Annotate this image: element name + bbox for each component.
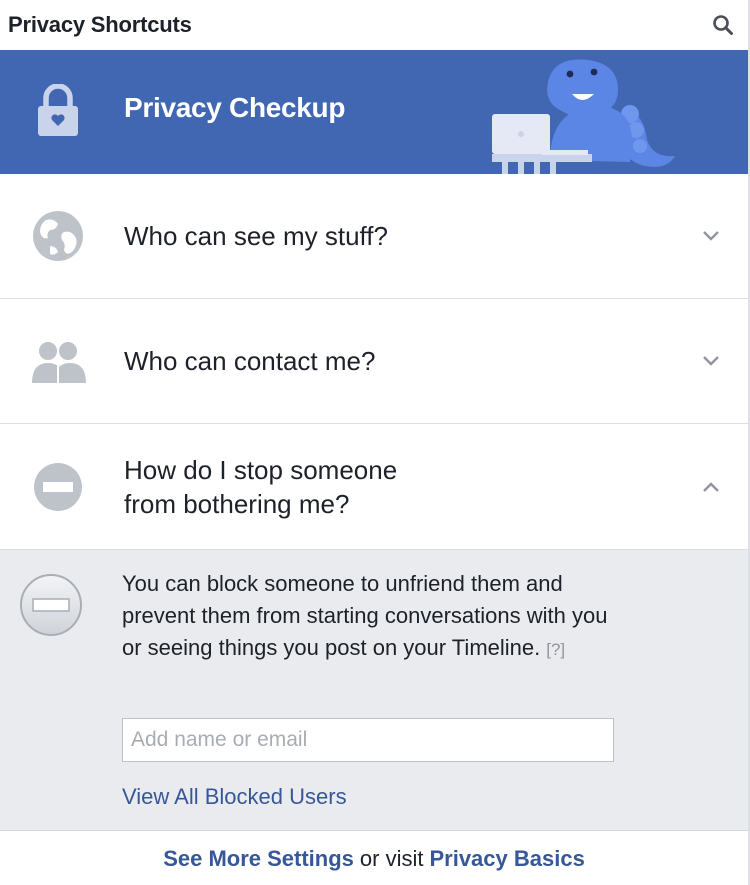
footer-or-visit-text: or visit	[359, 846, 424, 871]
section-label: How do I stop someone from bothering me?	[124, 453, 397, 521]
search-icon[interactable]	[710, 12, 736, 38]
section-stop-bothering[interactable]: How do I stop someone from bothering me?	[0, 424, 748, 549]
section-who-can-contact[interactable]: Who can contact me?	[0, 299, 748, 424]
section-label: Who can contact me?	[124, 346, 376, 376]
privacy-dinosaur-illustration	[492, 59, 675, 174]
see-more-settings-link[interactable]: See More Settings	[163, 846, 354, 872]
chevron-down-icon[interactable]	[700, 225, 722, 247]
block-name-input[interactable]	[122, 718, 614, 762]
block-icon	[30, 459, 86, 515]
block-badge-icon	[20, 574, 82, 636]
block-user-panel: You can block someone to unfriend them a…	[0, 549, 748, 831]
section-who-can-see[interactable]: Who can see my stuff?	[0, 174, 748, 299]
globe-icon	[30, 208, 86, 264]
help-link[interactable]: [?]	[546, 640, 565, 659]
chevron-up-icon[interactable]	[700, 476, 722, 498]
privacy-shortcuts-panel: Privacy Shortcuts Privacy Checkup Who ca…	[0, 0, 750, 885]
section-label-line2: from bothering me?	[124, 488, 350, 519]
panel-title: Privacy Shortcuts	[8, 12, 192, 37]
panel-footer: See More Settings or visit Privacy Basic…	[0, 833, 748, 885]
section-label-line1: How do I stop someone	[124, 454, 398, 485]
privacy-checkup-title: Privacy Checkup	[124, 92, 346, 123]
block-description: You can block someone to unfriend them a…	[122, 568, 612, 666]
chevron-down-icon[interactable]	[700, 350, 722, 372]
section-label: Who can see my stuff?	[124, 221, 388, 251]
block-description-text: You can block someone to unfriend them a…	[122, 571, 608, 660]
privacy-checkup-banner[interactable]: Privacy Checkup	[0, 50, 748, 174]
privacy-basics-link[interactable]: Privacy Basics	[429, 846, 584, 872]
people-icon	[30, 333, 86, 389]
view-blocked-users-link[interactable]: View All Blocked Users	[122, 784, 347, 810]
lock-icon	[36, 83, 80, 138]
panel-header: Privacy Shortcuts	[0, 0, 748, 50]
